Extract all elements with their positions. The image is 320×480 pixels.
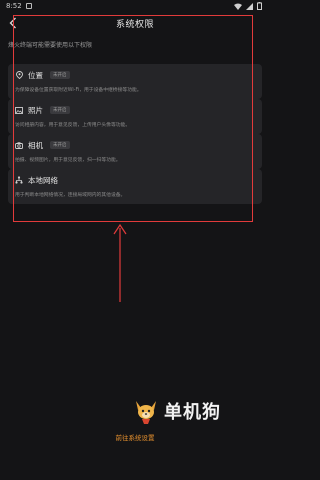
wifi-icon <box>234 3 242 10</box>
battery-icon <box>257 2 262 10</box>
logo-text: 单机狗 <box>164 402 221 423</box>
annotation-highlight-box <box>13 15 253 222</box>
go-to-system-settings-link[interactable]: 前往系统设置 <box>0 432 270 442</box>
annotation-arrow <box>113 223 127 302</box>
dog-mascot-icon <box>136 401 156 424</box>
notification-icon <box>25 3 32 9</box>
watermark-logo: 单机狗 <box>132 396 242 426</box>
status-icons <box>234 2 262 10</box>
status-bar: 8:52 <box>0 0 270 12</box>
status-time: 8:52 <box>6 2 22 10</box>
signal-icon <box>246 2 253 10</box>
